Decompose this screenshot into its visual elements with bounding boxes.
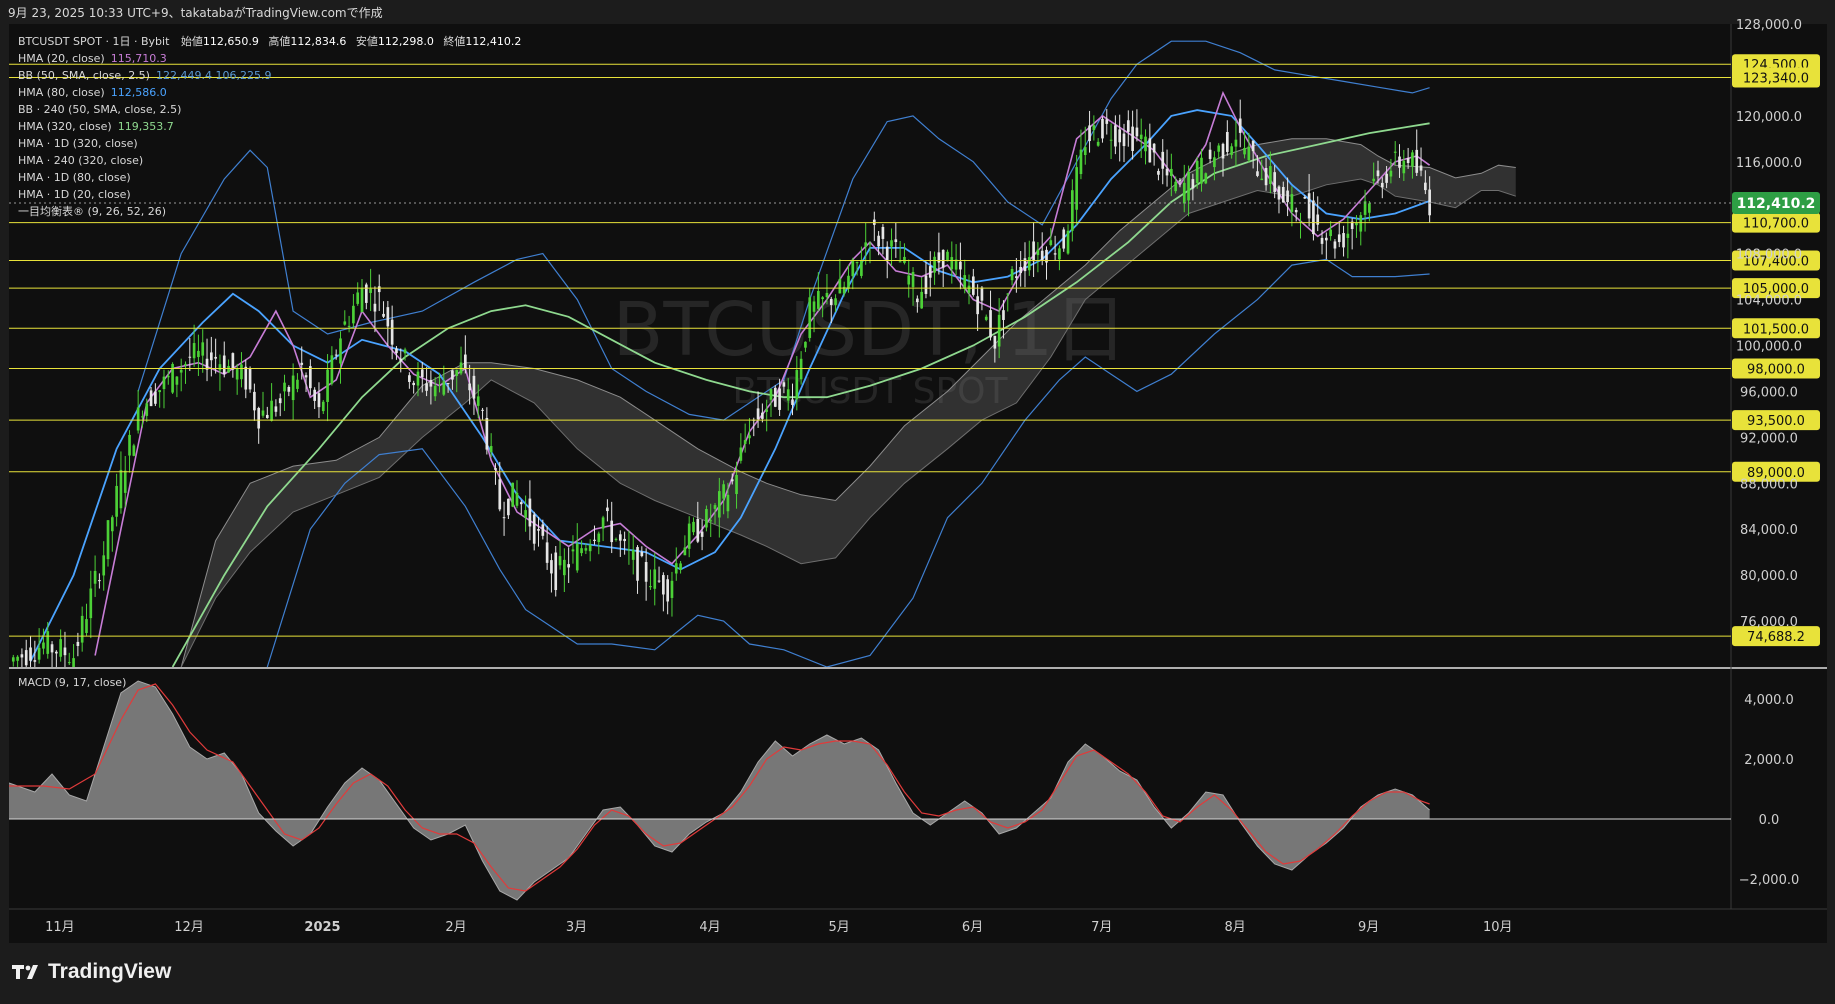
legend-indicator[interactable]: HMA (320, close) 119,353.7: [18, 120, 174, 133]
price-tick-label: 92,000.0: [1740, 431, 1798, 446]
candle: [511, 482, 515, 508]
candle: [132, 443, 136, 457]
legend-indicator[interactable]: 一目均衡表® (9, 26, 52, 26): [18, 204, 166, 218]
legend-indicator[interactable]: HMA · 240 (320, close): [18, 154, 143, 167]
chart-screenshot: 9月 23, 2025 10:33 UTC+9、takatabaがTrading…: [0, 0, 1835, 1004]
tradingview-logo-text: TradingView: [48, 960, 172, 983]
price-tick-label: 84,000.0: [1740, 523, 1798, 538]
level-label: 123,340.0: [1743, 72, 1809, 87]
level-label: 74,688.2: [1747, 630, 1805, 645]
tradingview-logo[interactable]: TradingView: [12, 960, 171, 984]
time-tick-label: 11月: [45, 920, 75, 935]
price-tick-label: 80,000.0: [1740, 569, 1798, 584]
price-tick-label: 100,000.0: [1736, 340, 1802, 355]
time-tick-label: 9月: [1358, 920, 1379, 935]
price-tick-label: 128,000.0: [1736, 18, 1802, 33]
legend-indicator[interactable]: HMA (20, close) 115,710.3: [18, 52, 167, 65]
price-tick-label: 96,000.0: [1740, 385, 1798, 400]
macd-legend[interactable]: MACD (9, 17, close): [18, 676, 126, 689]
time-axis[interactable]: [9, 909, 1827, 943]
candle: [1204, 172, 1208, 185]
candle: [1062, 227, 1066, 252]
time-tick-label: 6月: [962, 920, 983, 935]
candle: [705, 505, 708, 532]
time-tick-label: 12月: [174, 920, 204, 935]
candle: [554, 545, 558, 597]
level-label: 98,000.0: [1747, 362, 1805, 377]
time-tick-label: 4月: [699, 920, 720, 935]
price-tick-label: 120,000.0: [1736, 110, 1802, 125]
legend-indicator[interactable]: HMA · 1D (320, close): [18, 137, 138, 150]
time-tick-label: 2025: [304, 920, 340, 935]
time-tick-label: 10月: [1483, 920, 1513, 935]
time-tick-label: 3月: [566, 920, 587, 935]
macd-tick-label: 2,000.0: [1744, 753, 1794, 768]
legend-symbol-line[interactable]: BTCUSDT SPOT · 1日 · Bybit 始値112,650.9 高値…: [18, 34, 521, 48]
macd-tick-label: −2,000.0: [1739, 873, 1800, 888]
price-tick-label: 108,000.0: [1736, 248, 1802, 263]
candle: [773, 385, 777, 408]
legend-indicator[interactable]: HMA (80, close) 112,586.0: [18, 86, 167, 99]
time-tick-label: 2月: [445, 920, 466, 935]
price-tick-label: 88,000.0: [1740, 477, 1798, 492]
time-tick-label: 7月: [1091, 920, 1112, 935]
legend-indicator[interactable]: BB · 240 (50, SMA, close, 2.5): [18, 103, 181, 116]
legend-indicator[interactable]: BB (50, SMA, close, 2.5) 122,449.4 106,22…: [18, 69, 271, 82]
price-tick-label: 76,000.0: [1740, 615, 1798, 630]
level-label: 110,700.0: [1743, 217, 1809, 232]
price-tick-label: 116,000.0: [1736, 156, 1802, 171]
tradingview-logo-icon: [12, 965, 38, 979]
price-tick-label: 104,000.0: [1736, 294, 1802, 309]
legend-indicator[interactable]: HMA · 1D (80, close): [18, 171, 131, 184]
chart-canvas[interactable]: BTCUSDT, 1日 BTCUSDT SPOT 124,500.0123,34…: [0, 0, 1835, 1004]
candle: [248, 366, 252, 393]
time-tick-label: 8月: [1225, 920, 1246, 935]
level-label: 93,500.0: [1747, 414, 1805, 429]
time-tick-label: 5月: [828, 920, 849, 935]
legend-indicator[interactable]: HMA · 1D (20, close): [18, 188, 131, 201]
macd-tick-label: 0.0: [1759, 813, 1780, 828]
macd-tick-label: 4,000.0: [1744, 693, 1794, 708]
candle: [171, 362, 174, 394]
level-label: 101,500.0: [1743, 322, 1809, 337]
last-price-label: 112,410.2: [1737, 196, 1816, 212]
